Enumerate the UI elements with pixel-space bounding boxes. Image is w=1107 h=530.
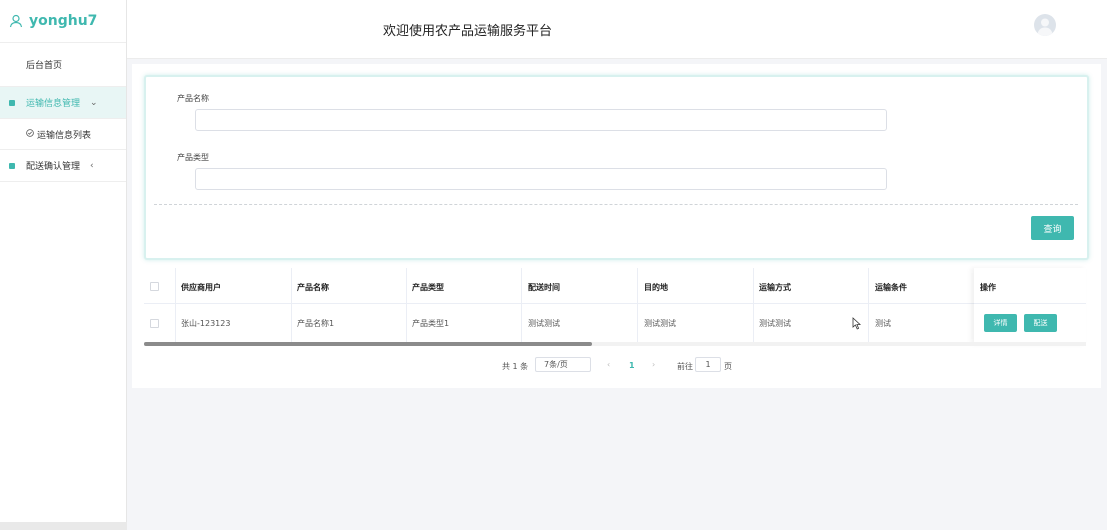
page-number[interactable]: 1	[629, 361, 635, 370]
sidebar-item-label: 配送确认管理	[26, 162, 81, 172]
scrollbar-thumb[interactable]	[144, 342, 592, 346]
sidebar-footer	[0, 522, 127, 530]
cell-product-name: 产品名称1	[297, 319, 335, 328]
select-all-checkbox[interactable]	[150, 282, 159, 291]
sidebar-item-label: 运输信息管理	[26, 99, 81, 109]
column-header[interactable]: 供应商用户	[181, 282, 221, 293]
sidebar: yonghu7 后台首页 运输信息管理 ⌄ 运输信息列表 配送确认管理 ‹	[0, 0, 127, 522]
row-checkbox[interactable]	[150, 319, 159, 328]
column-header[interactable]: 运输条件	[875, 282, 907, 293]
cell-product-type: 产品类型1	[412, 319, 450, 328]
product-type-label: 产品类型	[177, 153, 209, 162]
col-divider	[291, 268, 292, 344]
col-divider	[637, 268, 638, 344]
product-type-input[interactable]	[195, 168, 887, 190]
sidebar-group-delivery[interactable]: 配送确认管理 ‹	[0, 150, 126, 182]
sidebar-item-label: 后台首页	[26, 61, 63, 71]
username: yonghu7	[29, 13, 98, 29]
cell-destination: 测试测试	[644, 319, 676, 328]
divider	[154, 204, 1078, 205]
col-divider	[753, 268, 754, 344]
total-count: 共 1 条	[502, 362, 529, 371]
col-divider	[521, 268, 522, 344]
sidebar-item-label: 运输信息列表	[37, 130, 92, 141]
user-icon	[9, 14, 23, 28]
menu-dot-icon	[9, 99, 15, 106]
avatar-icon[interactable]	[1034, 14, 1056, 36]
goto-label: 前往	[677, 362, 693, 371]
header: 欢迎使用农产品运输服务平台	[127, 0, 1107, 59]
row-divider	[144, 303, 1086, 304]
column-header[interactable]: 产品名称	[297, 282, 329, 293]
col-divider	[406, 268, 407, 344]
detail-button[interactable]: 详情	[984, 314, 1017, 332]
page-title: 欢迎使用农产品运输服务平台	[383, 24, 553, 39]
prev-page-button[interactable]: ‹	[607, 360, 610, 369]
cell-delivery-time: 测试测试	[528, 319, 560, 328]
row-divider	[974, 303, 1086, 304]
column-header[interactable]: 产品类型	[412, 282, 444, 293]
deliver-button[interactable]: 配送	[1024, 314, 1057, 332]
horizontal-scrollbar[interactable]	[144, 342, 1086, 346]
product-name-input[interactable]	[195, 109, 887, 131]
chevron-left-icon: ‹	[90, 160, 94, 171]
main-panel: 产品名称 产品类型 查询 供应商用户 产品名称 产品类型 配送时间 目的地 运输…	[132, 64, 1101, 388]
brand: yonghu7	[0, 0, 126, 43]
goto-unit-label: 页	[724, 362, 732, 371]
goto-page-input[interactable]: 1	[695, 357, 721, 372]
menu-dot-icon	[9, 162, 15, 169]
query-button[interactable]: 查询	[1031, 216, 1074, 240]
col-divider	[175, 268, 176, 344]
chevron-down-icon: ⌄	[90, 97, 98, 108]
column-header[interactable]: 目的地	[644, 282, 668, 293]
product-name-label: 产品名称	[177, 94, 209, 103]
cell-transport-condition: 测试	[875, 319, 891, 328]
sidebar-item-home[interactable]: 后台首页	[0, 43, 126, 87]
next-page-button[interactable]: ›	[652, 360, 655, 369]
column-header[interactable]: 配送时间	[528, 282, 560, 293]
sidebar-group-transport[interactable]: 运输信息管理 ⌄	[0, 87, 126, 119]
col-divider	[868, 268, 869, 344]
cell-supplier: 张山-123123	[181, 319, 231, 328]
operations-column: 操作 详情 配送	[974, 268, 1086, 344]
cell-transport-method: 测试测试	[759, 319, 791, 328]
mouse-cursor-icon	[852, 315, 862, 334]
column-header[interactable]: 运输方式	[759, 282, 791, 293]
pagination: 共 1 条 7条/页 ‹ 1 › 前往 1 页	[132, 357, 1101, 377]
search-form: 产品名称 产品类型 查询	[144, 75, 1089, 260]
column-header: 操作	[980, 283, 996, 292]
page-size-select[interactable]: 7条/页	[535, 357, 591, 372]
data-table: 供应商用户 产品名称 产品类型 配送时间 目的地 运输方式 运输条件 张山-12…	[144, 268, 1086, 344]
check-circle-icon	[26, 128, 34, 140]
sidebar-item-transport-list[interactable]: 运输信息列表	[0, 119, 126, 150]
